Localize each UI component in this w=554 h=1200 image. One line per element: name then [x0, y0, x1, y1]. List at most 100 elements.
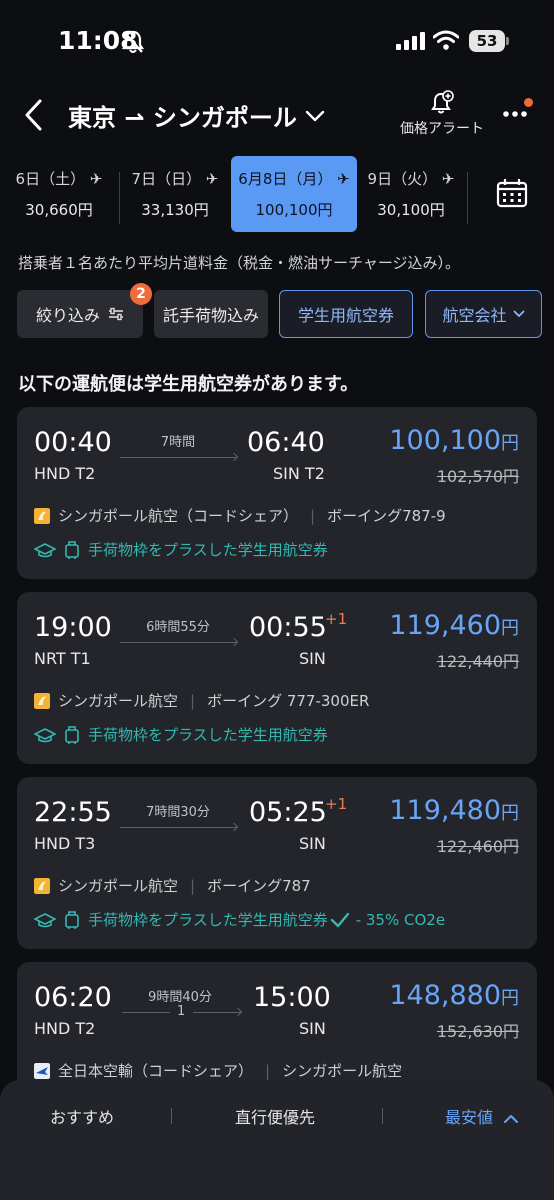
- student-label: 学生用航空券: [297, 306, 394, 325]
- singapore-airlines-logo-icon: [34, 877, 50, 894]
- price-alert-button[interactable]: 価格アラート: [396, 90, 488, 138]
- operating-airline: シンガポール航空: [282, 1062, 403, 1080]
- fare-price: 148,880円: [389, 980, 519, 1011]
- departure-time: 19:00: [34, 612, 112, 643]
- sort-cheapest-label: 最安値: [445, 1108, 494, 1127]
- airline-name: シンガポール航空（コードシェア）: [58, 507, 299, 525]
- sort-cheapest[interactable]: 最安値: [445, 1104, 519, 1128]
- date-option[interactable]: 9日（火） ✈ 30,100円: [356, 156, 466, 232]
- bell-muted-icon: [122, 30, 144, 53]
- calendar-icon[interactable]: [496, 178, 528, 208]
- checked-baggage-filter[interactable]: 託手荷物込み: [154, 290, 268, 338]
- date-price: 30,660円: [25, 201, 93, 219]
- airline-info: シンガポール航空 | ボーイング787: [34, 875, 311, 896]
- student-perk: 手荷物枠をプラスした学生用航空券: [34, 539, 328, 560]
- date-label: 6月8日（月） ✈: [238, 170, 350, 188]
- arrival-time: 00:55: [249, 612, 327, 643]
- original-price: 122,460円: [436, 837, 519, 856]
- more-options-icon[interactable]: [502, 110, 528, 118]
- student-fare-filter[interactable]: 学生用航空券: [279, 290, 413, 338]
- arrival-time: 15:00: [253, 982, 331, 1013]
- baggage-label: 託手荷物込み: [162, 306, 259, 325]
- sort-recommended[interactable]: おすすめ: [50, 1104, 114, 1128]
- status-bar: 11:08 53: [0, 0, 554, 84]
- luggage-icon: [65, 910, 79, 929]
- airline-filter[interactable]: 航空会社: [425, 290, 542, 338]
- arrival-airport: SIN: [299, 1019, 326, 1038]
- original-price: 152,630円: [436, 1022, 519, 1041]
- flight-duration: 7時間: [160, 435, 196, 450]
- luggage-icon: [65, 540, 79, 559]
- graduation-cap-icon: [34, 912, 56, 927]
- bell-plus-icon: [431, 90, 454, 114]
- date-price: 100,100円: [255, 201, 333, 219]
- battery-icon: 53: [469, 30, 509, 52]
- perk-label: 手荷物枠をプラスした学生用航空券: [88, 726, 328, 744]
- arrival-time: 05:25: [249, 797, 327, 828]
- flight-duration: 6時間55分: [146, 620, 210, 635]
- chevron-down-icon: [305, 110, 325, 121]
- date-option[interactable]: 6日（土） ✈ 30,660円: [4, 156, 114, 232]
- departure-airport: NRT T1: [34, 649, 91, 668]
- flight-duration: 9時間40分: [148, 990, 212, 1005]
- fare-note: 搭乗者１名あたり平均片道料金（税金・燃油サーチャージ込み）。: [18, 254, 461, 272]
- departure-time: 06:20: [34, 982, 112, 1013]
- departure-time: 22:55: [34, 797, 112, 828]
- date-option-selected[interactable]: 6月8日（月） ✈ 100,100円: [231, 156, 357, 232]
- singapore-airlines-logo-icon: [34, 507, 50, 524]
- flight-duration: 7時間30分: [146, 805, 210, 820]
- flight-card[interactable]: 19:00 NRT T1 6時間55分 00:55 +1 SIN 119,460…: [17, 592, 537, 764]
- filter-bar: 絞り込み 託手荷物込み 学生用航空券 航空会社: [0, 290, 554, 340]
- airline-name: シンガポール航空: [58, 692, 179, 710]
- departure-time: 00:40: [34, 427, 112, 458]
- refine-filter-button[interactable]: 絞り込み: [17, 290, 143, 338]
- back-icon[interactable]: [22, 98, 46, 132]
- flight-card[interactable]: 22:55 HND T3 7時間30分 05:25 +1 SIN 119,480…: [17, 777, 537, 949]
- flight-card[interactable]: 00:40 HND T2 7時間 06:40 SIN T2 100,100円 1…: [17, 407, 537, 579]
- graduation-cap-icon: [34, 727, 56, 742]
- airline-info: シンガポール航空 | ボーイング 777-300ER: [34, 690, 369, 711]
- route-label: 東京 ⇀ シンガポール: [68, 104, 297, 132]
- date-option[interactable]: 7日（日） ✈ 33,130円: [120, 156, 230, 232]
- luggage-icon: [65, 725, 79, 744]
- airline-filter-label: 航空会社: [442, 306, 507, 325]
- date-price: 33,130円: [141, 201, 209, 219]
- ana-logo-icon: [34, 1062, 50, 1079]
- perk-label: 手荷物枠をプラスした学生用航空券: [88, 911, 328, 929]
- perk-label: 手荷物枠をプラスした学生用航空券: [88, 541, 328, 559]
- cellular-signal-icon: [396, 32, 425, 50]
- arrival-time: 06:40: [247, 427, 325, 458]
- date-label: 9日（火） ✈: [367, 170, 455, 188]
- airline-name: 全日本空輸（コードシェア）: [58, 1062, 254, 1080]
- fare-price: 119,480円: [389, 795, 519, 826]
- original-price: 122,440円: [436, 652, 519, 671]
- date-price: 30,100円: [377, 201, 445, 219]
- arrival-airport: SIN: [299, 834, 326, 853]
- header: 東京 ⇀ シンガポール 価格アラート: [0, 84, 554, 146]
- date-label: 6日（土） ✈: [15, 170, 103, 188]
- aircraft-type: ボーイング787: [207, 877, 311, 895]
- next-day-indicator: +1: [325, 795, 348, 813]
- stop-count: 1: [177, 1004, 186, 1019]
- arrival-airport: SIN T2: [273, 464, 325, 483]
- arrival-airport: SIN: [299, 649, 326, 668]
- fare-price: 119,460円: [389, 610, 519, 641]
- student-perk: 手荷物枠をプラスした学生用航空券: [34, 724, 328, 745]
- aircraft-type: ボーイング 777-300ER: [207, 692, 370, 710]
- graduation-cap-icon: [34, 542, 56, 557]
- airline-name: シンガポール航空: [58, 877, 179, 895]
- filter-sliders-icon: [109, 307, 123, 321]
- price-alert-label: 価格アラート: [400, 121, 484, 137]
- sort-bar: おすすめ 直行便優先 最安値: [0, 1080, 554, 1200]
- date-strip: 6日（土） ✈ 30,660円 7日（日） ✈ 33,130円 6月8日（月） …: [0, 156, 554, 232]
- singapore-airlines-logo-icon: [34, 692, 50, 709]
- next-day-indicator: +1: [325, 610, 348, 628]
- departure-airport: HND T2: [34, 464, 96, 483]
- notification-dot: [524, 98, 533, 107]
- refine-label: 絞り込み: [35, 306, 100, 325]
- filter-count-badge: 2: [130, 283, 152, 305]
- fare-price: 100,100円: [389, 425, 519, 456]
- route-title[interactable]: 東京 ⇀ シンガポール: [68, 98, 325, 133]
- sort-direct-first[interactable]: 直行便優先: [235, 1104, 315, 1128]
- chevron-up-icon: [504, 1114, 519, 1123]
